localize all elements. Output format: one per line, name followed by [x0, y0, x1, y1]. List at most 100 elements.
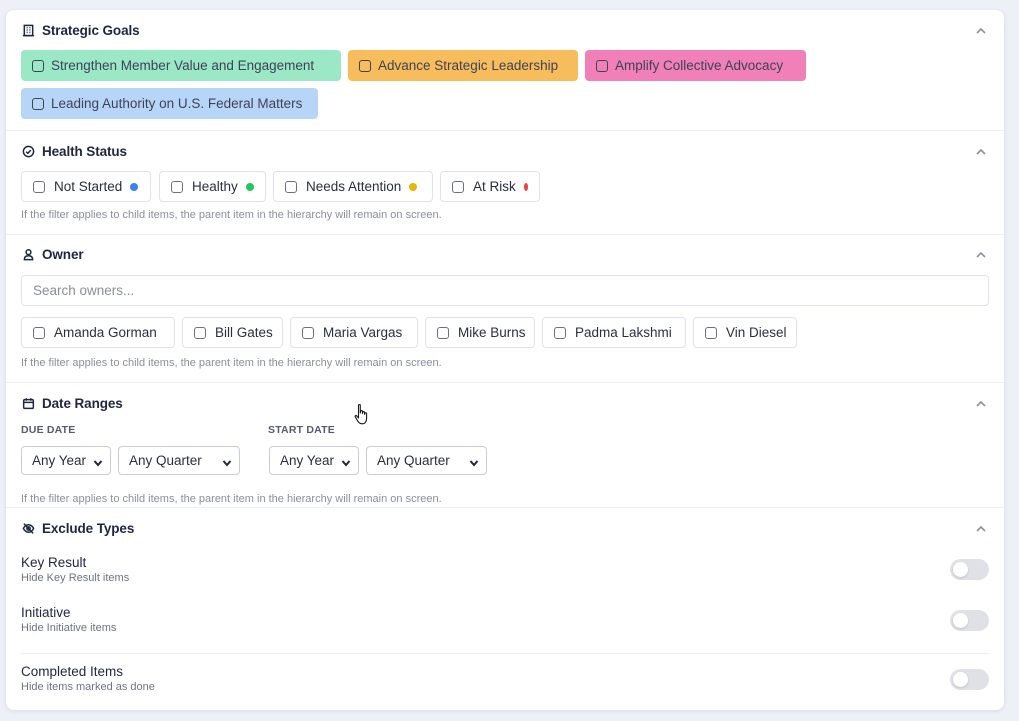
goal-label: Amplify Collective Advocacy — [615, 58, 784, 73]
due-quarter-select[interactable]: Any Quarter — [118, 446, 240, 475]
check-circle-icon — [21, 144, 35, 158]
health-option-label: Not Started — [54, 179, 123, 194]
health-option-needs-attention[interactable]: Needs Attention — [273, 171, 433, 202]
owner-option[interactable]: Bill Gates — [182, 317, 283, 348]
health-option-at-risk[interactable]: At Risk — [440, 171, 540, 202]
owner-name: Mike Burns — [458, 325, 526, 340]
start-year-select[interactable]: Any Year — [269, 446, 359, 475]
search-owners-input[interactable] — [21, 275, 989, 306]
goal-label: Strengthen Member Value and Engagement — [51, 58, 315, 73]
owner-option[interactable]: Amanda Gorman — [21, 317, 175, 348]
exclude-item-title: Completed Items — [21, 664, 124, 679]
health-option-label: Needs Attention — [306, 179, 402, 194]
start-date-label: START DATE — [268, 424, 335, 436]
user-icon — [21, 247, 35, 261]
checkbox[interactable] — [194, 326, 206, 339]
chevron-up-icon[interactable] — [975, 145, 987, 157]
checkbox[interactable] — [437, 326, 449, 339]
select-value: Any Year — [280, 453, 335, 468]
health-option-healthy[interactable]: Healthy — [159, 171, 266, 202]
owner-option[interactable]: Padma Lakshmi — [542, 317, 686, 348]
health-status-header[interactable]: Health Status — [21, 141, 989, 161]
due-year-select[interactable]: Any Year — [21, 446, 111, 475]
key-result-toggle[interactable] — [950, 559, 989, 580]
chevron-up-icon[interactable] — [975, 522, 987, 534]
date-ranges-header[interactable]: Date Ranges — [21, 393, 989, 413]
date-ranges-section: Date Ranges DUE DATE START DATE Any Year… — [6, 382, 1004, 507]
eye-off-icon — [21, 521, 35, 535]
owner-title: Owner — [42, 246, 84, 262]
start-quarter-select[interactable]: Any Quarter — [366, 446, 487, 475]
chevron-up-icon[interactable] — [975, 24, 987, 36]
owner-hint: If the filter applies to child items, th… — [21, 357, 442, 369]
calendar-icon — [21, 396, 35, 410]
chevron-up-icon[interactable] — [975, 248, 987, 260]
goal-label: Leading Authority on U.S. Federal Matter… — [51, 96, 303, 111]
exclude-types-section: Exclude Types Key Result Hide Key Result… — [6, 507, 1004, 710]
checkbox[interactable] — [554, 326, 566, 339]
strategic-goals-section: Strategic Goals Strengthen Member Value … — [6, 10, 1004, 130]
exclude-item-subtitle: Hide items marked as done — [21, 681, 155, 693]
completed-items-toggle[interactable] — [950, 669, 989, 690]
owner-name: Vin Diesel — [726, 325, 787, 340]
strategic-goals-title: Strategic Goals — [42, 22, 140, 38]
owner-option[interactable]: Mike Burns — [425, 317, 535, 348]
exclude-types-header[interactable]: Exclude Types — [21, 518, 989, 538]
goal-chip-member-value[interactable]: Strengthen Member Value and Engagement — [21, 50, 341, 81]
goal-checkbox[interactable] — [32, 59, 44, 72]
checkbox[interactable] — [33, 326, 45, 339]
checkbox[interactable] — [33, 180, 45, 193]
checkbox[interactable] — [285, 180, 297, 193]
toggle-knob — [953, 613, 968, 628]
initiative-toggle[interactable] — [950, 610, 989, 631]
select-value: Any Quarter — [377, 453, 450, 468]
exclude-initiative-row: Initiative Hide Initiative items — [21, 605, 989, 637]
status-dot — [245, 182, 254, 191]
owner-name: Padma Lakshmi — [575, 325, 672, 340]
owner-name: Bill Gates — [215, 325, 273, 340]
owner-header[interactable]: Owner — [21, 244, 989, 264]
owner-option[interactable]: Maria Vargas — [290, 317, 418, 348]
chevron-down-icon — [93, 456, 103, 467]
checkbox[interactable] — [452, 180, 464, 193]
exclude-item-title: Key Result — [21, 555, 87, 570]
status-dot — [523, 182, 528, 191]
checkbox[interactable] — [171, 180, 183, 193]
date-ranges-title: Date Ranges — [42, 395, 123, 411]
goal-chip-collective-advocacy[interactable]: Amplify Collective Advocacy — [585, 50, 806, 81]
health-option-label: At Risk — [473, 179, 516, 194]
status-dot — [130, 182, 139, 191]
owner-name: Maria Vargas — [323, 325, 403, 340]
filter-panel: Strategic Goals Strengthen Member Value … — [6, 10, 1004, 710]
goal-label: Advance Strategic Leadership — [378, 58, 559, 73]
exclude-item-title: Initiative — [21, 605, 71, 620]
chevron-down-icon — [469, 456, 479, 467]
select-value: Any Quarter — [129, 453, 202, 468]
health-option-not-started[interactable]: Not Started — [21, 171, 151, 202]
exclude-item-subtitle: Hide Initiative items — [21, 622, 117, 634]
divider — [21, 653, 989, 654]
owner-name: Amanda Gorman — [54, 325, 157, 340]
exclude-completed-row: Completed Items Hide items marked as don… — [21, 664, 989, 696]
chevron-up-icon[interactable] — [975, 397, 987, 409]
goal-chip-federal-matters[interactable]: Leading Authority on U.S. Federal Matter… — [21, 88, 318, 119]
goal-checkbox[interactable] — [596, 59, 608, 72]
strategic-goals-header[interactable]: Strategic Goals — [21, 20, 989, 40]
toggle-knob — [953, 562, 968, 577]
health-option-label: Healthy — [192, 179, 238, 194]
date-ranges-hint: If the filter applies to child items, th… — [21, 493, 442, 505]
due-date-label: DUE DATE — [21, 424, 76, 436]
goal-checkbox[interactable] — [359, 59, 371, 72]
exclude-key-result-row: Key Result Hide Key Result items — [21, 555, 989, 587]
chevron-down-icon — [222, 456, 232, 467]
hand-cursor-icon — [353, 403, 371, 427]
toggle-knob — [953, 672, 968, 687]
checkbox[interactable] — [705, 326, 717, 339]
goal-checkbox[interactable] — [32, 97, 44, 110]
building-icon — [21, 23, 35, 37]
checkbox[interactable] — [302, 326, 314, 339]
goal-chip-strategic-leadership[interactable]: Advance Strategic Leadership — [348, 50, 578, 81]
health-status-section: Health Status Not Started Healthy Needs … — [6, 130, 1004, 234]
owner-option[interactable]: Vin Diesel — [693, 317, 797, 348]
health-status-title: Health Status — [42, 143, 127, 159]
